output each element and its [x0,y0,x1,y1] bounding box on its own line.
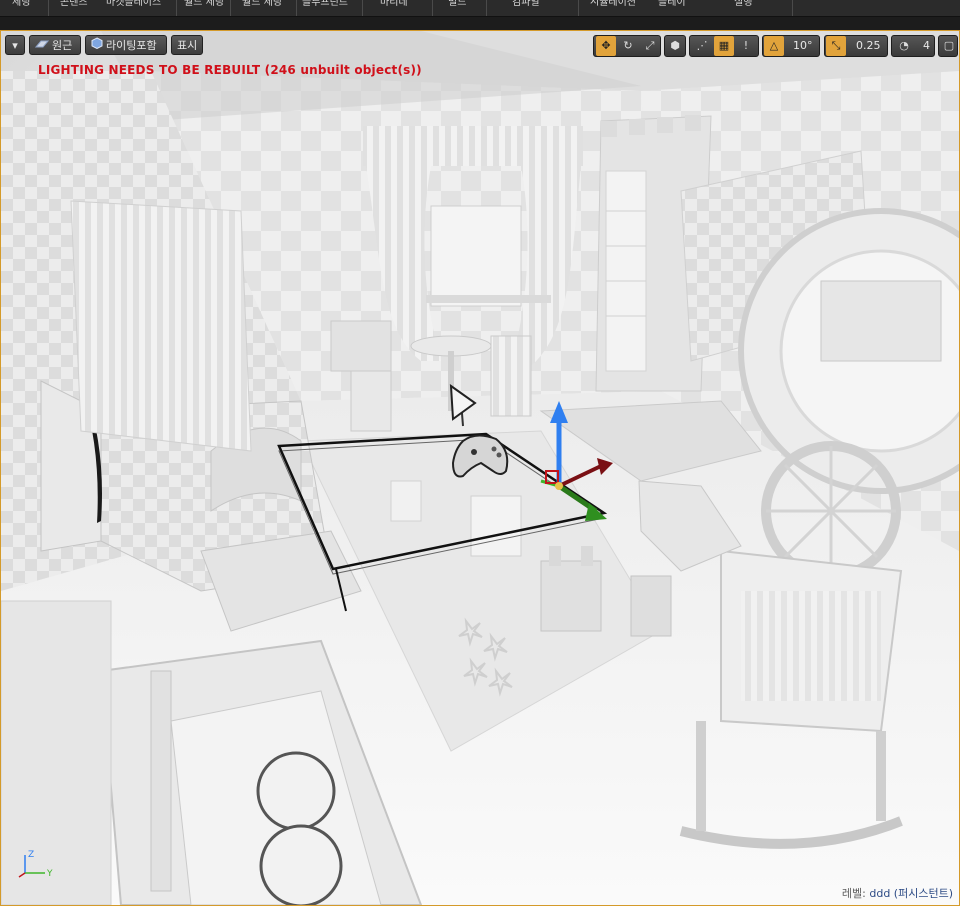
show-button[interactable]: 표시 [171,35,203,55]
level-name: ddd (퍼시스턴트) [869,887,953,900]
lighting-warning: LIGHTING NEEDS TO BE REBUILT (246 unbuil… [38,63,422,77]
perspective-icon [34,36,50,56]
snap-group: ⋰ ▦ ! [689,35,759,57]
toolbar-world-settings[interactable]: 월드 세팅 [184,0,224,13]
window [430,205,522,307]
toolbar-compile[interactable]: 컴파일 [512,0,540,13]
perspective-button[interactable]: 원근 [29,35,81,55]
toolbar-matinee[interactable]: 마티네 [380,0,408,13]
toolbar-content[interactable]: 콘텐츠 [60,0,88,13]
lit-cube-icon [91,36,103,56]
transform-tool-group: ✥ ↻ ⤢ [593,35,661,57]
wardrobe [70,200,252,452]
world-coordinate-icon[interactable]: ⬢ [665,36,685,56]
rotate-tool-icon[interactable]: ↻ [618,36,638,56]
translate-tool-icon[interactable]: ✥ [596,36,616,56]
toolbar-marketplace[interactable]: 마켓플레이스 [106,0,161,13]
camera-speed-value[interactable]: 4 [923,36,930,56]
editor-toolbar: 세팅 콘텐츠 마켓플레이스 월드 세팅 월드 세팅 블루프린트 마티네 빌드 컴… [0,0,960,17]
toolbar-build[interactable]: 빌드 [448,0,466,13]
curtain-valance [363,126,583,166]
maximize-viewport-group: ▢ [938,35,958,57]
toolbar-launch[interactable]: 실행 [734,0,752,13]
current-level: 레벨: ddd (퍼시스턴트) [842,885,953,901]
scale-tool-icon[interactable]: ⤢ [640,36,660,56]
toolbar-gap [0,17,960,30]
axis-indicator: Z Y [18,850,53,879]
scale-snap-group: ⤡ 0.25 [824,35,888,57]
toolbar-play[interactable]: 플레이 [658,0,686,13]
toolbar-world-settings-2[interactable]: 월드 세팅 [242,0,282,13]
level-viewport[interactable]: ▾ 원근 라이팅포함 표시 LIGHTING NEEDS TO BE REBUI… [0,30,960,906]
viewport-options-button[interactable]: ▾ [5,35,25,55]
toolbar-settings[interactable]: 세팅 [12,0,30,13]
coordinate-system-group: ⬢ [664,35,686,57]
level-label: 레벨: [841,887,866,900]
camera-speed-group: ◔ 4 [891,35,935,57]
scale-snap-icon[interactable]: ⤡ [826,36,846,56]
grid-snap-icon[interactable]: ▦ [714,36,734,56]
toolbar-blueprints[interactable]: 블루프린트 [302,0,348,13]
perspective-label: 원근 [52,39,73,52]
axis-z-label: Z [28,850,34,860]
view-mode-button[interactable]: 라이팅포함 [85,35,167,55]
scale-snap-value[interactable]: 0.25 [856,36,881,56]
rotation-snap-group: △ 10° [762,35,820,57]
view-mode-label: 라이팅포함 [106,39,157,52]
rotation-snap-value[interactable]: 10° [793,36,813,56]
toolbar-simulate[interactable]: 시뮬레이션 [590,0,636,13]
camera-speed-icon[interactable]: ◔ [894,36,914,56]
maximize-icon[interactable]: ▢ [939,36,959,56]
surface-snap-icon[interactable]: ⋰ [692,36,712,56]
axis-y-label: Y [46,869,53,879]
rotation-snap-icon[interactable]: △ [764,36,784,56]
scene-render[interactable] [1,31,959,905]
grid-snap-settings-icon[interactable]: ! [736,36,756,56]
